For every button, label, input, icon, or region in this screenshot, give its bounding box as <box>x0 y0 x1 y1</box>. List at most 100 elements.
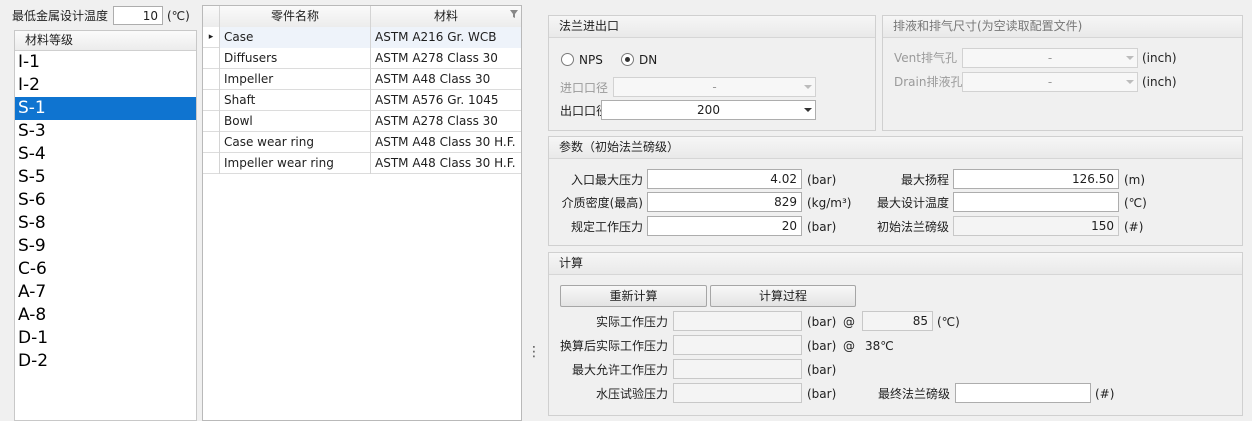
max-inlet-pressure-label: 入口最大压力 <box>570 173 643 187</box>
outlet-size-select[interactable]: 200 <box>601 100 816 120</box>
column-header-material[interactable]: 材料 <box>371 6 521 27</box>
hydro-test-value <box>673 383 802 403</box>
material-cell[interactable]: ASTM A576 Gr. 1045 <box>371 90 521 111</box>
row-header[interactable] <box>203 48 220 69</box>
part-name-cell[interactable]: Case <box>220 27 371 48</box>
part-name-cell[interactable]: Case wear ring <box>220 132 371 153</box>
drain-vent-group-title: 排液和排气尺寸(为空读取配置文件) <box>883 16 1242 38</box>
splitter-grip-icon[interactable]: ⋮ <box>527 340 541 364</box>
max-inlet-pressure-unit: (bar) <box>807 173 837 187</box>
max-design-temp-input[interactable] <box>953 192 1119 212</box>
min-metal-temp-input[interactable]: 10 <box>113 6 163 25</box>
rated-pressure-label: 规定工作压力 <box>570 220 643 234</box>
actual-pressure-label: 实际工作压力 <box>595 315 668 329</box>
grid-header-row: 零件名称 材料 <box>203 6 521 27</box>
vent-value: - <box>1047 51 1053 65</box>
params-group: 参数（初始法兰磅级） 入口最大压力 4.02 (bar) 介质密度(最高) 82… <box>548 136 1243 246</box>
material-grade-item[interactable]: S-4 <box>15 143 196 166</box>
material-grade-item[interactable]: D-1 <box>15 327 196 350</box>
table-row[interactable]: Impeller wear ring ASTM A48 Class 30 H.F. <box>203 153 521 174</box>
material-grade-item[interactable]: S-6 <box>15 189 196 212</box>
inlet-size-select[interactable]: - <box>613 77 816 97</box>
chevron-down-icon <box>1126 80 1134 84</box>
material-grade-item[interactable]: S-5 <box>15 166 196 189</box>
converted-temp-text: 38℃ <box>865 339 894 353</box>
max-design-temp-unit: (℃) <box>1124 196 1147 210</box>
material-grade-item[interactable]: A-8 <box>15 304 196 327</box>
vent-unit: (inch) <box>1142 51 1177 65</box>
calc-group-title: 计算 <box>549 253 1242 275</box>
table-row[interactable]: Case wear ring ASTM A48 Class 30 H.F. <box>203 132 521 153</box>
converted-pressure-at: @ <box>843 339 855 353</box>
material-cell[interactable]: ASTM A278 Class 30 <box>371 111 521 132</box>
chevron-down-icon <box>804 85 812 89</box>
initial-class-label: 初始法兰磅级 <box>876 220 949 234</box>
material-cell[interactable]: ASTM A216 Gr. WCB <box>371 27 521 48</box>
part-name-cell[interactable]: Impeller wear ring <box>220 153 371 174</box>
row-header[interactable] <box>203 90 220 111</box>
part-name-cell[interactable]: Impeller <box>220 69 371 90</box>
density-label: 介质密度(最高) <box>561 196 643 210</box>
dn-radio[interactable] <box>621 53 634 66</box>
material-grade-item[interactable]: A-7 <box>15 281 196 304</box>
actual-pressure-unit: (bar) <box>807 315 837 329</box>
calc-process-button[interactable]: 计算过程 <box>710 285 856 307</box>
max-allowable-unit: (bar) <box>807 363 837 377</box>
material-cell[interactable]: ASTM A278 Class 30 <box>371 48 521 69</box>
material-grade-item[interactable]: C-6 <box>15 258 196 281</box>
rated-pressure-input[interactable]: 20 <box>647 216 802 236</box>
column-header-material-label: 材料 <box>433 9 458 23</box>
row-header[interactable] <box>203 132 220 153</box>
max-head-label: 最大扬程 <box>900 173 949 187</box>
hydro-test-unit: (bar) <box>807 387 837 401</box>
part-name-cell[interactable]: Diffusers <box>220 48 371 69</box>
material-cell[interactable]: ASTM A48 Class 30 H.F. <box>371 153 521 174</box>
table-row[interactable]: Shaft ASTM A576 Gr. 1045 <box>203 90 521 111</box>
table-row[interactable]: Impeller ASTM A48 Class 30 <box>203 69 521 90</box>
material-grade-item[interactable]: S-1 <box>15 97 196 120</box>
density-input[interactable]: 829 <box>647 192 802 212</box>
part-name-cell[interactable]: Bowl <box>220 111 371 132</box>
chevron-down-icon <box>804 108 812 112</box>
row-header[interactable] <box>203 111 220 132</box>
converted-pressure-unit: (bar) <box>807 339 837 353</box>
max-inlet-pressure-input[interactable]: 4.02 <box>647 169 802 189</box>
min-metal-temp-label: 最低金属设计温度 <box>12 9 109 23</box>
final-class-unit: (#) <box>1095 387 1115 401</box>
drain-select[interactable]: - <box>962 72 1138 92</box>
filter-icon[interactable] <box>510 10 518 18</box>
max-head-unit: (m) <box>1124 173 1146 187</box>
max-design-temp-label: 最大设计温度 <box>876 196 949 210</box>
drain-vent-group: 排液和排气尺寸(为空读取配置文件) Vent排气孔 - (inch) Drain… <box>882 15 1243 131</box>
inlet-size-label: 进口口径 <box>560 81 609 95</box>
max-head-input[interactable]: 126.50 <box>953 169 1119 189</box>
material-grade-item[interactable]: I-2 <box>15 74 196 97</box>
material-grade-item[interactable]: S-3 <box>15 120 196 143</box>
outlet-size-value: 200 <box>697 103 720 117</box>
row-header[interactable] <box>203 69 220 90</box>
vent-label: Vent排气孔 <box>894 51 957 65</box>
density-unit: (kg/m³) <box>807 196 852 210</box>
column-header-part-name[interactable]: 零件名称 <box>220 6 371 27</box>
actual-pressure-value <box>673 311 802 331</box>
row-header-corner <box>203 6 220 27</box>
material-grade-item[interactable]: D-2 <box>15 350 196 373</box>
min-metal-temp-unit: (℃) <box>167 9 190 23</box>
material-grade-item[interactable]: S-8 <box>15 212 196 235</box>
table-row[interactable]: Bowl ASTM A278 Class 30 <box>203 111 521 132</box>
material-grade-item[interactable]: I-1 <box>15 51 196 74</box>
table-row[interactable]: ▸ Case ASTM A216 Gr. WCB <box>203 27 521 48</box>
final-class-input[interactable] <box>955 383 1091 403</box>
flange-group-title: 法兰进出口 <box>549 16 875 38</box>
nps-radio[interactable] <box>561 53 574 66</box>
material-cell[interactable]: ASTM A48 Class 30 <box>371 69 521 90</box>
material-cell[interactable]: ASTM A48 Class 30 H.F. <box>371 132 521 153</box>
vent-select[interactable]: - <box>962 48 1138 68</box>
recalculate-button[interactable]: 重新计算 <box>560 285 707 307</box>
table-row[interactable]: Diffusers ASTM A278 Class 30 <box>203 48 521 69</box>
material-grade-item[interactable]: S-9 <box>15 235 196 258</box>
part-name-cell[interactable]: Shaft <box>220 90 371 111</box>
rated-pressure-unit: (bar) <box>807 220 837 234</box>
row-header[interactable] <box>203 153 220 174</box>
current-row-indicator-icon[interactable]: ▸ <box>203 27 220 48</box>
